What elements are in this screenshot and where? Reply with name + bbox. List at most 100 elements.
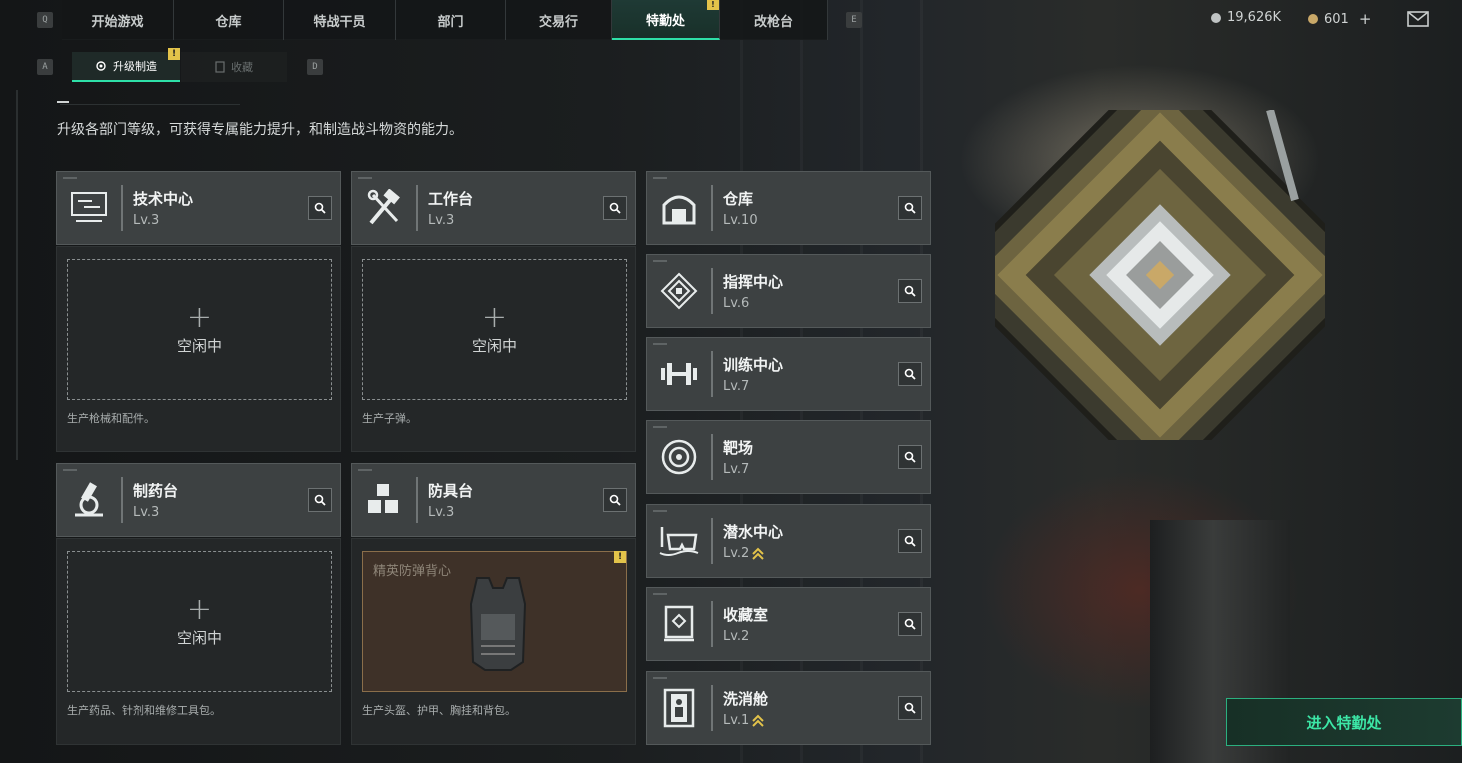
card-divider [416,477,418,523]
facility-card-collection-room[interactable]: 收藏室 Lv.2 [646,587,931,661]
facility-card-tech-center[interactable]: 技术中心 Lv.3 [56,171,341,245]
alert-badge: ! [168,48,180,60]
production-slot-area: + 空闲中 生产子弹。 [351,246,636,452]
facility-name: 制药台 [133,482,179,500]
search-icon [609,494,621,506]
facility-name: 工作台 [428,190,474,208]
search-icon [904,535,916,547]
card-divider [121,185,123,231]
search-button[interactable] [898,612,922,636]
left-edge-line [16,90,18,460]
collection-icon [215,61,225,73]
command-icon [647,254,711,328]
facility-card-diving-center[interactable]: 潜水中心 Lv.2 [646,504,931,578]
search-button[interactable] [603,488,627,512]
diving-mask-icon [647,504,711,578]
subtab-label: 收藏 [231,61,253,74]
card-corner-mark [63,469,77,471]
idle-slot[interactable]: + 空闲中 [67,259,332,400]
gold-currency[interactable]: 601 + [1308,10,1371,28]
facility-name: 防具台 [428,482,474,500]
search-button[interactable] [308,196,332,220]
monitor-icon [57,171,121,245]
description-accent [57,101,69,103]
search-button[interactable] [898,696,922,720]
decon-chamber-icon [647,671,711,745]
facility-name: 指挥中心 [723,273,784,291]
facility-description: 生产头盔、护甲、胸挂和背包。 [362,704,516,717]
card-corner-mark [653,426,667,428]
search-button[interactable] [898,445,922,469]
card-corner-mark [653,343,667,345]
facility-card-warehouse[interactable]: 仓库 Lv.10 [646,171,931,245]
facility-level: Lv.6 [723,296,750,311]
facility-card-decon-chamber[interactable]: 洗消舱 Lv.1 [646,671,931,745]
warehouse-icon [647,171,711,245]
facility-card-armor-bench[interactable]: 防具台 Lv.3 [351,463,636,537]
card-corner-mark [653,260,667,262]
production-slot-area: 精英防弹背心 ! 生产头盔、护甲、胸挂和背包。 [351,538,636,745]
card-divider [711,601,713,647]
card-divider [711,268,713,314]
search-button[interactable] [898,196,922,220]
search-button[interactable] [603,196,627,220]
facility-card-pharmacy[interactable]: 制药台 Lv.3 [56,463,341,537]
display-case-icon [647,587,711,661]
plus-icon: + [186,592,213,627]
tab-departments[interactable]: 部门 [396,0,506,40]
subtab-label: 升级制造 [113,60,157,73]
card-corner-mark [63,177,77,179]
tab-label: 特战干员 [313,14,366,30]
gold-coin-icon [1308,14,1318,24]
slot-status: 空闲中 [176,337,222,355]
facility-card-workbench[interactable]: 工作台 Lv.3 [351,171,636,245]
facility-level: Lv.3 [133,505,160,520]
tab-start-game[interactable]: 开始游戏 [62,0,174,40]
search-button[interactable] [308,488,332,512]
search-icon [904,618,916,630]
crafting-item-slot[interactable]: 精英防弹背心 ! [362,551,627,692]
alert-badge: ! [614,551,626,563]
tab-label: 部门 [437,14,464,30]
top-nav: 开始游戏 仓库 特战干员 部门 交易行 特勤处 ! 改枪台 [62,0,828,40]
search-button[interactable] [898,529,922,553]
hammer-wrench-icon [352,171,416,245]
armor-blocks-icon [352,463,416,537]
tab-operators[interactable]: 特战干员 [284,0,396,40]
search-icon [609,202,621,214]
card-corner-mark [653,677,667,679]
add-currency-button[interactable]: + [1359,10,1372,28]
facility-level: Lv.3 [428,213,455,228]
search-button[interactable] [898,279,922,303]
tab-trade[interactable]: 交易行 [506,0,612,40]
key-hint-e: E [846,12,862,28]
tab-gunsmith[interactable]: 改枪台 [720,0,828,40]
card-corner-mark [653,177,667,179]
tab-warehouse[interactable]: 仓库 [174,0,284,40]
card-divider [711,518,713,564]
card-corner-mark [653,593,667,595]
idle-slot[interactable]: + 空闲中 [362,259,627,400]
facility-card-training-center[interactable]: 训练中心 Lv.7 [646,337,931,411]
enter-safehouse-button[interactable]: 进入特勤处 [1226,698,1462,746]
search-icon [314,202,326,214]
tab-label: 开始游戏 [91,14,144,30]
production-slot-area: + 空闲中 生产药品、针剂和维修工具包。 [56,538,341,745]
subtab-collection[interactable]: 收藏 [181,52,287,82]
facility-level: Lv.7 [723,462,750,477]
page-description: 升级各部门等级，可获得专属能力提升，和制造战斗物资的能力。 [57,122,463,138]
gold-amount: 601 [1324,11,1349,27]
facility-card-shooting-range[interactable]: 靶场 Lv.7 [646,420,931,494]
mail-icon[interactable] [1407,11,1429,27]
vest-icon [469,577,527,671]
card-corner-mark [358,177,372,179]
facility-card-command-center[interactable]: 指挥中心 Lv.6 [646,254,931,328]
subtab-upgrade-craft[interactable]: 升级制造 ! [72,48,180,82]
card-corner-mark [358,469,372,471]
search-button[interactable] [898,362,922,386]
card-divider [711,434,713,480]
tab-label: 仓库 [215,14,242,30]
idle-slot[interactable]: + 空闲中 [67,551,332,692]
upgrade-available-icon [752,714,765,727]
tab-safehouse[interactable]: 特勤处 ! [612,0,720,40]
